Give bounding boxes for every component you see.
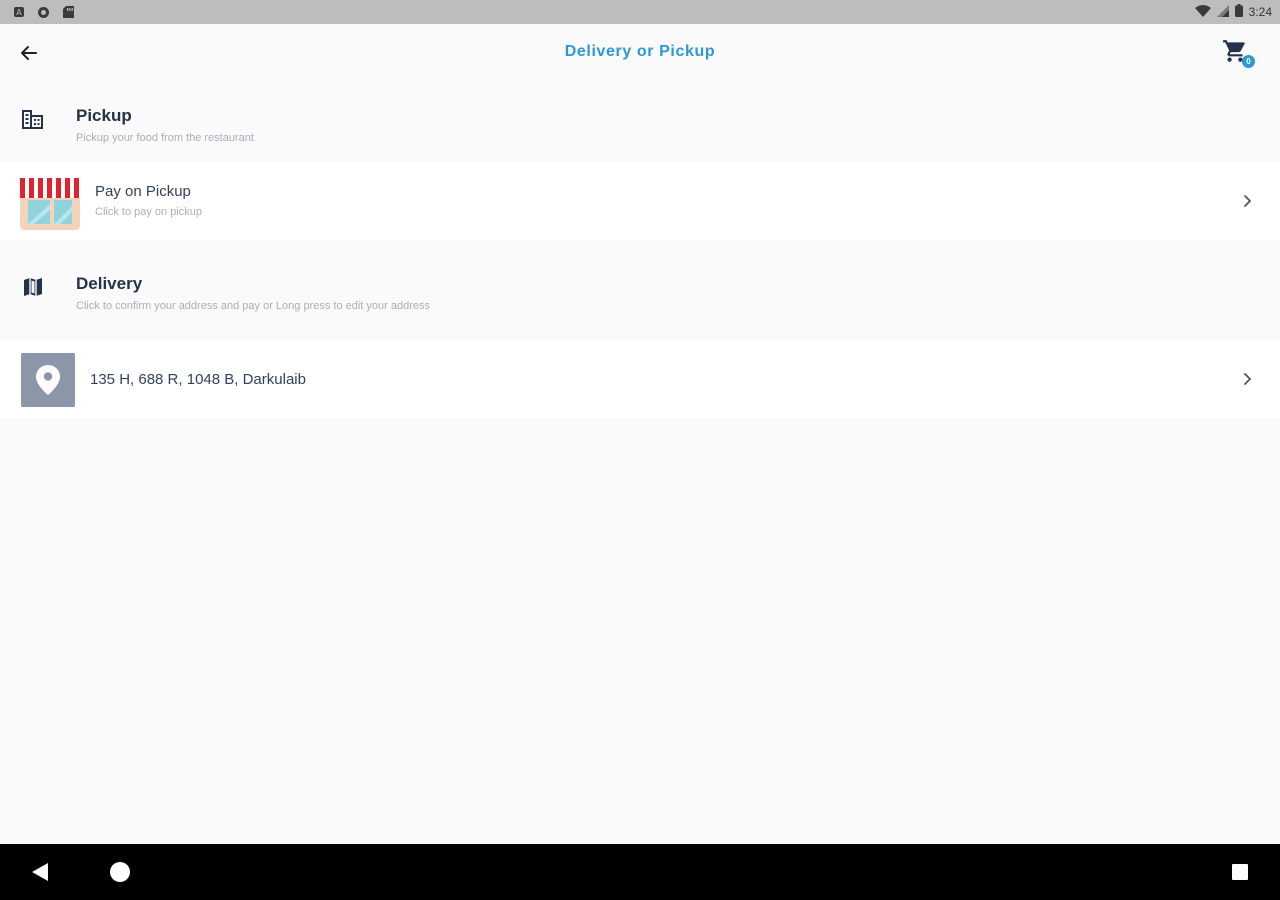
cart-button[interactable]: 0 <box>1222 38 1255 68</box>
nav-home-icon[interactable] <box>110 862 130 882</box>
chevron-right-icon <box>1240 371 1256 387</box>
notification-a-icon: A <box>12 6 25 19</box>
svg-text:A: A <box>16 8 22 17</box>
nav-back-icon[interactable] <box>30 862 52 884</box>
wifi-icon <box>1194 4 1211 20</box>
status-right-icons: 3:24 <box>1194 4 1272 20</box>
sync-icon <box>37 6 50 19</box>
building-icon <box>21 107 45 131</box>
signal-icon <box>1216 4 1229 20</box>
pickup-section-header: Pickup Pickup your food from the restaur… <box>0 92 1280 162</box>
status-time: 3:24 <box>1248 5 1272 19</box>
location-pin-icon <box>21 353 75 407</box>
app-bar: Delivery or Pickup 0 <box>0 24 1280 80</box>
delivery-title: Delivery <box>76 274 143 293</box>
system-nav-bar <box>0 844 1280 900</box>
status-left-icons: A <box>12 6 75 19</box>
page-title: Delivery or Pickup <box>564 43 716 60</box>
nav-recents-icon[interactable] <box>1232 864 1248 880</box>
pay-on-pickup-subtitle: Click to pay on pickup <box>95 206 202 218</box>
chevron-right-icon <box>1240 193 1256 209</box>
pickup-subtitle: Pickup your food from the restaurant <box>76 132 254 144</box>
sd-card-icon <box>62 6 75 19</box>
back-button[interactable] <box>16 40 42 66</box>
pickup-title: Pickup <box>76 106 132 125</box>
pay-on-pickup-title: Pay on Pickup <box>95 183 191 200</box>
delivery-address-text: 135 H, 688 R, 1048 B, Darkulaib <box>90 371 306 388</box>
battery-icon <box>1234 4 1243 20</box>
status-bar: A 3:24 <box>0 0 1280 24</box>
store-icon <box>20 170 80 230</box>
cart-count-badge: 0 <box>1242 55 1255 68</box>
delivery-address-row[interactable]: 135 H, 688 R, 1048 B, Darkulaib <box>0 340 1280 418</box>
delivery-subtitle: Click to confirm your address and pay or… <box>76 300 431 312</box>
map-icon <box>21 275 45 299</box>
arrow-back-icon <box>21 46 37 60</box>
delivery-section-header: Delivery Click to confirm your address a… <box>0 260 1280 330</box>
pay-on-pickup-row[interactable]: Pay on Pickup Click to pay on pickup <box>0 162 1280 240</box>
